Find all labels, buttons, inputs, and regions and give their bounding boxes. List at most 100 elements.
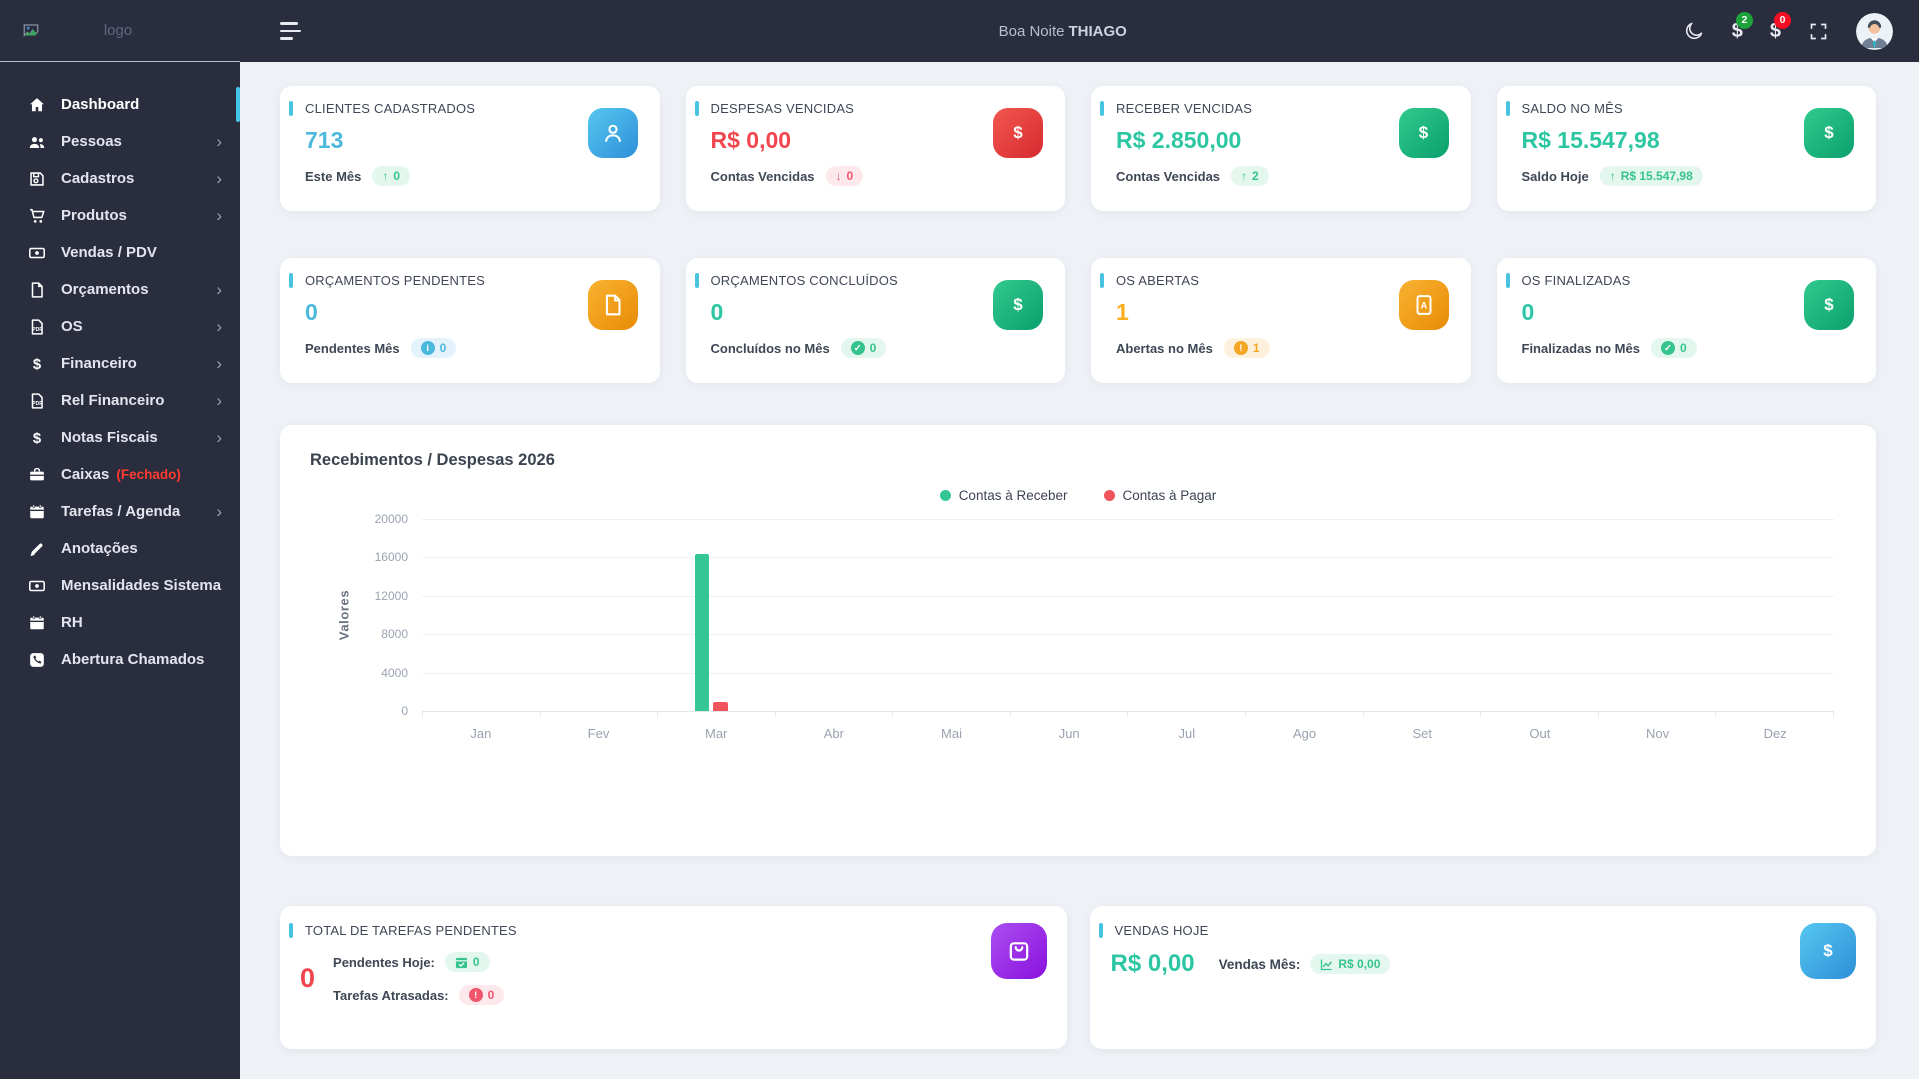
card-footer: Saldo Hoje ↑ R$ 15.547,98 bbox=[1522, 166, 1857, 186]
card-title: VENDAS HOJE bbox=[1114, 923, 1209, 938]
sidebar-item-label: Orçamentos bbox=[61, 281, 149, 298]
badge-text: 0 bbox=[393, 169, 401, 183]
legend-item-contas-a-pagar[interactable]: Contas à Pagar bbox=[1103, 488, 1216, 503]
badge-text: 2 bbox=[1252, 169, 1259, 183]
tasks-body: 0 Pendentes Hoje: 0 Tarefas Atrasadas: !… bbox=[300, 952, 1047, 1005]
dashboard-content: CLIENTES CADASTRADOS 713 Este Mês ↑ 0 DESPESA… bbox=[240, 62, 1919, 1079]
fullscreen-button[interactable] bbox=[1808, 21, 1829, 42]
chart-line-icon bbox=[1320, 958, 1333, 971]
phone-icon bbox=[28, 651, 46, 669]
chart-category-jun bbox=[1010, 519, 1128, 711]
chevron-right-icon: › bbox=[216, 502, 222, 521]
stat-card-clientes-cadastrados: CLIENTES CADASTRADOS 713 Este Mês ↑ 0 bbox=[280, 86, 660, 211]
sidebar-item-orcamentos[interactable]: Orçamentos › bbox=[0, 271, 240, 308]
y-tick-label: 8000 bbox=[381, 627, 408, 642]
badge-text: R$ 15.547,98 bbox=[1620, 169, 1693, 183]
sidebar-item-os[interactable]: PDF OS › bbox=[0, 308, 240, 345]
logo-alt-text: logo bbox=[103, 22, 133, 39]
x-tick-label: Fev bbox=[587, 726, 610, 741]
sidebar-item-pessoas[interactable]: Pessoas › bbox=[0, 123, 240, 160]
chart-category-out bbox=[1481, 519, 1599, 711]
dark-mode-button[interactable] bbox=[1683, 20, 1705, 42]
sidebar-item-dashboard[interactable]: Dashboard bbox=[0, 86, 240, 123]
save-icon bbox=[28, 170, 46, 188]
dollar-icon: $ bbox=[993, 108, 1043, 158]
card-title: TOTAL DE TAREFAS PENDENTES bbox=[305, 923, 517, 938]
card-title-row: OS FINALIZADAS bbox=[1505, 273, 1857, 288]
chevron-right-icon: › bbox=[216, 428, 222, 447]
sales-month-label: Vendas Mês: bbox=[1218, 956, 1301, 972]
exclamation-icon: ! bbox=[1233, 341, 1248, 355]
card-title: ORÇAMENTOS PENDENTES bbox=[305, 273, 486, 288]
card-title: OS ABERTAS bbox=[1116, 273, 1200, 288]
main: Boa Noite THIAGO $ 2 $ 0 CLIENTES CADAST… bbox=[240, 0, 1919, 1079]
card-title: DESPESAS VENCIDAS bbox=[710, 101, 855, 116]
sales-body: R$ 0,00 Vendas Mês: R$ 0,00 bbox=[1111, 950, 1857, 978]
logo[interactable]: logo bbox=[0, 0, 240, 62]
sidebar-item-mensalidades-sistema[interactable]: Mensalidades Sistema bbox=[0, 567, 240, 604]
badge-text: 0 bbox=[472, 955, 480, 969]
card-title-row: CLIENTES CADASTRADOS bbox=[289, 101, 640, 116]
sidebar-item-anotacoes[interactable]: Anotações bbox=[0, 530, 240, 567]
card-footer: Abertas no Mês! 1 bbox=[1116, 338, 1451, 358]
stat-card-saldo-no-mes: SALDO NO MÊS R$ 15.547,98 Saldo Hoje ↑ R$ 15… bbox=[1496, 86, 1876, 211]
sidebar-item-abertura-chamados[interactable]: Abertura Chamados bbox=[0, 641, 240, 678]
check-icon: ✓ bbox=[1660, 341, 1675, 355]
arrow-up-icon: ↑ bbox=[1609, 169, 1616, 183]
file-icon bbox=[587, 280, 638, 330]
card-footer: Este Mês ↑ 0 bbox=[305, 166, 640, 186]
receivables-notification-button[interactable]: $ 2 bbox=[1732, 11, 1753, 43]
task-row-label: Tarefas Atrasadas: bbox=[333, 987, 449, 1003]
sidebar-item-label: Mensalidades Sistema bbox=[61, 577, 222, 594]
x-tick-label: Mar bbox=[704, 726, 728, 741]
badge-pill: i0 bbox=[410, 338, 457, 358]
sidebar-item-produtos[interactable]: Produtos › bbox=[0, 197, 240, 234]
legend-dot bbox=[939, 490, 951, 501]
file-pdf-icon: A bbox=[1398, 280, 1449, 330]
sidebar-item-label: Vendas / PDV bbox=[61, 244, 157, 261]
sidebar-item-rh[interactable]: RH bbox=[0, 604, 240, 641]
accent-bar bbox=[1505, 101, 1510, 116]
stat-card-receber-vencidas: RECEBER VENCIDAS R$ 2.850,00 Contas Vencid… bbox=[1091, 86, 1471, 211]
x-tick-label: Nov bbox=[1645, 726, 1670, 741]
briefcase-icon bbox=[28, 466, 46, 484]
menu-toggle-button[interactable] bbox=[280, 20, 301, 42]
app: logo Dashboard Pessoas › Cadastros › Produtos… bbox=[0, 0, 1919, 1079]
dollar-icon: $ bbox=[1804, 280, 1854, 330]
money-icon bbox=[28, 244, 46, 262]
card-label: Este Mês bbox=[305, 168, 362, 184]
sidebar-item-caixas[interactable]: Caixas (Fechado) bbox=[0, 456, 240, 493]
sidebar-item-cadastros[interactable]: Cadastros › bbox=[0, 160, 240, 197]
sidebar-item-financeiro[interactable]: $ Financeiro › bbox=[0, 345, 240, 382]
card-title-row: TOTAL DE TAREFAS PENDENTES bbox=[289, 923, 1047, 938]
task-row: Tarefas Atrasadas: ! 0 bbox=[333, 985, 505, 1005]
badge-pill: ✓ 0 bbox=[1650, 338, 1697, 358]
sidebar-item-tarefas-agenda[interactable]: Tarefas / Agenda › bbox=[0, 493, 240, 530]
sidebar-item-label: Rel Financeiro bbox=[61, 392, 165, 409]
payables-notification-button[interactable]: $ 0 bbox=[1770, 11, 1791, 43]
chart-category-ago bbox=[1246, 519, 1364, 711]
legend-item-contas-a-receber[interactable]: Contas à Receber bbox=[939, 488, 1068, 503]
sidebar-item-vendas-pdv[interactable]: Vendas / PDV bbox=[0, 234, 240, 271]
calendar-check-icon bbox=[455, 956, 468, 969]
x-tick-label: Set bbox=[1412, 726, 1432, 741]
sidebar-item-rel-financeiro[interactable]: PDF Rel Financeiro › bbox=[0, 382, 240, 419]
money-icon bbox=[28, 577, 46, 595]
badge-pill: ↑ 0 bbox=[372, 166, 411, 186]
greeting: Boa Noite THIAGO bbox=[999, 23, 1127, 40]
accent-bar bbox=[289, 273, 293, 288]
sidebar: logo Dashboard Pessoas › Cadastros › Produtos… bbox=[0, 0, 240, 1079]
chevron-right-icon: › bbox=[216, 206, 222, 225]
sidebar-item-notas-fiscais[interactable]: $ Notas Fiscais › bbox=[0, 419, 240, 456]
broken-image-icon bbox=[23, 23, 39, 37]
avatar[interactable] bbox=[1856, 12, 1893, 50]
card-label: Abertas no Mês bbox=[1116, 340, 1213, 356]
fullscreen-icon bbox=[1810, 23, 1827, 39]
task-row-label: Pendentes Hoje: bbox=[333, 954, 435, 970]
chart-category-fev bbox=[540, 519, 658, 711]
sidebar-item-label: RH bbox=[61, 614, 83, 631]
exclamation-icon: ! bbox=[468, 988, 483, 1002]
file-icon bbox=[28, 281, 46, 299]
badge-pill: ✓ 0 bbox=[840, 338, 887, 358]
pen-icon bbox=[28, 540, 46, 558]
